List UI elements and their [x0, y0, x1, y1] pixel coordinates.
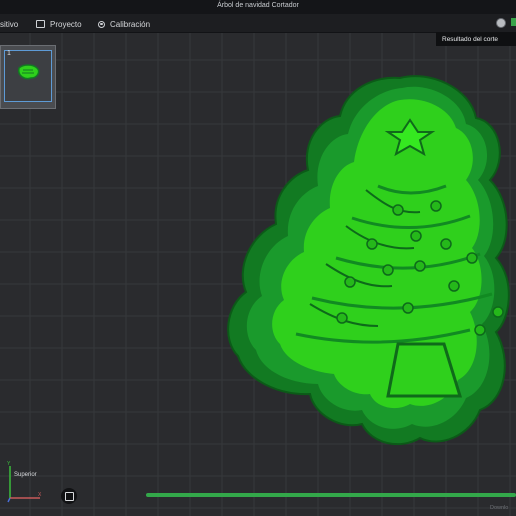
plate-model-icon — [17, 64, 40, 80]
3d-viewport[interactable]: ▷ — [0, 33, 516, 516]
user-avatar-icon[interactable] — [496, 18, 506, 28]
plate-number: 1 — [7, 50, 11, 57]
project-icon — [36, 20, 45, 28]
menu-calibration-label: Calibración — [110, 19, 151, 29]
menu-bar: sitivo Proyecto Calibración — [0, 14, 516, 33]
slice-result-tooltip: Resultado del corte — [436, 32, 516, 46]
view-orientation-label: Superior — [14, 472, 37, 478]
svg-text:X: X — [38, 492, 42, 498]
download-label: Downlo — [490, 505, 509, 511]
calibration-icon — [98, 20, 105, 28]
axis-gizmo-icon: Y X — [7, 461, 42, 503]
menu-device[interactable]: sitivo — [0, 18, 18, 30]
slice-status-icon[interactable] — [511, 18, 516, 26]
menu-device-label: sitivo — [0, 19, 19, 29]
title-bar: Árbol de navidad Cortador — [0, 0, 516, 14]
slice-progress-bar — [146, 493, 516, 497]
cookie-cutter-model — [227, 75, 510, 446]
plate-thumbnail[interactable]: 1 — [0, 45, 56, 109]
view-fit-button[interactable] — [61, 488, 77, 504]
menu-project[interactable]: Proyecto — [36, 18, 82, 30]
menu-project-label: Proyecto — [50, 19, 82, 29]
fit-view-icon — [64, 491, 74, 501]
window-title: Árbol de navidad Cortador — [217, 2, 299, 9]
menu-calibration[interactable]: Calibración — [98, 18, 150, 30]
